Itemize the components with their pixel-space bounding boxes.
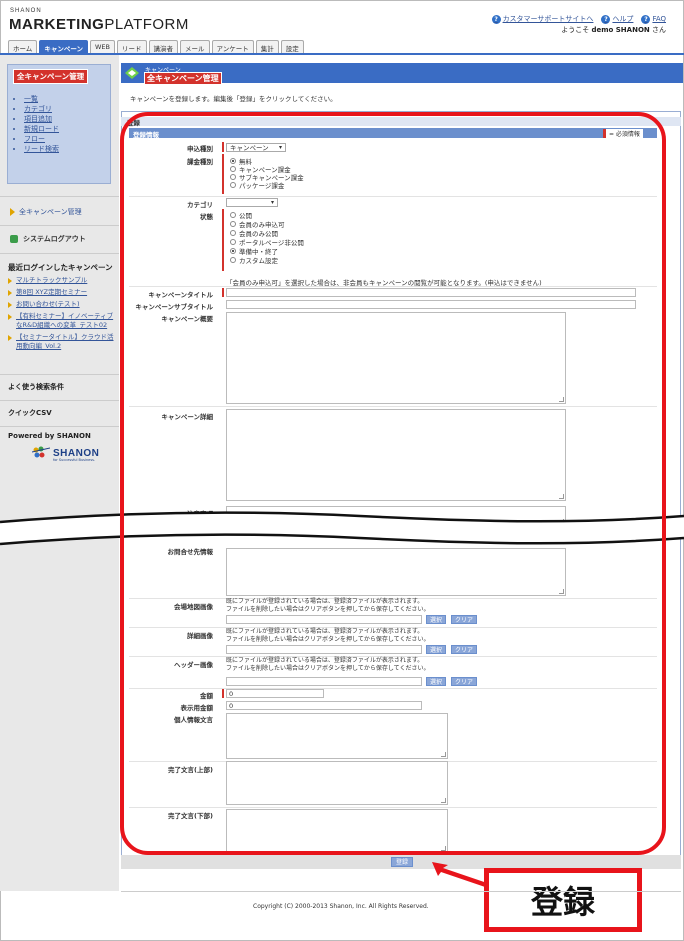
sidebar-divider (0, 374, 119, 375)
logout-icon (10, 235, 18, 243)
shanon-logo: SHANON for Successful Business. (32, 446, 99, 462)
sidebar-divider (0, 225, 119, 226)
sidebar-divider (0, 196, 119, 197)
brand-logo[interactable]: MARKETINGPLATFORM (9, 16, 189, 33)
sidebar-box-title: 全キャンペーン管理 (13, 69, 89, 84)
quick-csv-link[interactable]: クイックCSV (8, 408, 52, 418)
sidebar-item-flow[interactable]: フロー (24, 134, 110, 144)
recent-campaign[interactable]: 【有料セミナー】イノベーティブなR&D組織への変革_テスト02 (8, 312, 116, 330)
page-title: 全キャンペーン管理 (144, 72, 222, 85)
shanon-logo-icon (32, 446, 50, 458)
powered-by: Powered by SHANON (8, 432, 91, 440)
logout-link[interactable]: システムログアウト (10, 234, 86, 244)
recent-campaign[interactable]: マルチトラックサンプル (8, 276, 116, 285)
submit-button[interactable]: 登録 (391, 857, 414, 867)
support-icon: ? (491, 14, 501, 24)
sidebar-divider (0, 253, 119, 254)
brand-small: SHANON (10, 8, 42, 14)
sidebar-divider (0, 400, 119, 401)
arrow-icon (8, 290, 12, 296)
campaign-icon (125, 67, 139, 79)
support-link[interactable]: ? カスタマーサポートサイトへ (491, 14, 593, 24)
saved-search-link[interactable]: よく使う検索条件 (8, 382, 64, 392)
help-icon: ? (601, 14, 611, 24)
sidebar-manage-link[interactable]: 全キャンペーン管理 (10, 207, 82, 217)
footer-divider (121, 891, 681, 892)
sidebar-menu-box: 全キャンペーン管理 一覧 カテゴリ 項目追加 新規ロード フロー リード検索 (7, 64, 111, 184)
sidebar-item-new-load[interactable]: 新規ロード (24, 124, 110, 134)
sidebar-divider (0, 426, 119, 427)
help-link[interactable]: ? ヘルプ (601, 14, 633, 24)
top-links: ? カスタマーサポートサイトへ ? ヘルプ ? FAQ (491, 14, 666, 24)
arrow-icon (8, 302, 12, 308)
recent-campaign[interactable]: お問い合わせ(テスト) (8, 300, 116, 309)
arrow-icon (8, 278, 12, 284)
recent-campaigns-title: 最近ログインしたキャンペーン (8, 263, 113, 272)
intro-text: キャンペーンを登録します。編集後「登録」をクリックしてください。 (130, 95, 337, 103)
sidebar-item-lead-search[interactable]: リード検索 (24, 144, 110, 154)
recent-campaign[interactable]: 第8回 XYZ定期セミナー (8, 288, 116, 297)
sidebar-item-list[interactable]: 一覧 (24, 94, 110, 104)
faq-link[interactable]: ? FAQ (641, 14, 666, 24)
recent-campaign[interactable]: 【セミナータイトル】クラウド活用動向編_Vol.2 (8, 333, 116, 351)
sidebar-item-category[interactable]: カテゴリ (24, 104, 110, 114)
sidebar-item-add-field[interactable]: 項目追加 (24, 114, 110, 124)
sidebar-menu: 一覧 カテゴリ 項目追加 新規ロード フロー リード検索 (24, 94, 110, 154)
recent-campaigns-list: マルチトラックサンプル 第8回 XYZ定期セミナー お問い合わせ(テスト) 【有… (8, 276, 116, 354)
arrow-icon (10, 208, 15, 216)
arrow-icon (8, 335, 12, 341)
welcome-text: ようこそ demo SHANON さん (561, 26, 666, 34)
arrow-icon (8, 314, 12, 320)
form-highlight-frame (120, 112, 666, 855)
faq-icon: ? (641, 14, 651, 24)
copyright: Copyright (C) 2000-2013 Shanon, Inc. All… (253, 903, 429, 910)
register-callout: 登録 (484, 868, 642, 932)
